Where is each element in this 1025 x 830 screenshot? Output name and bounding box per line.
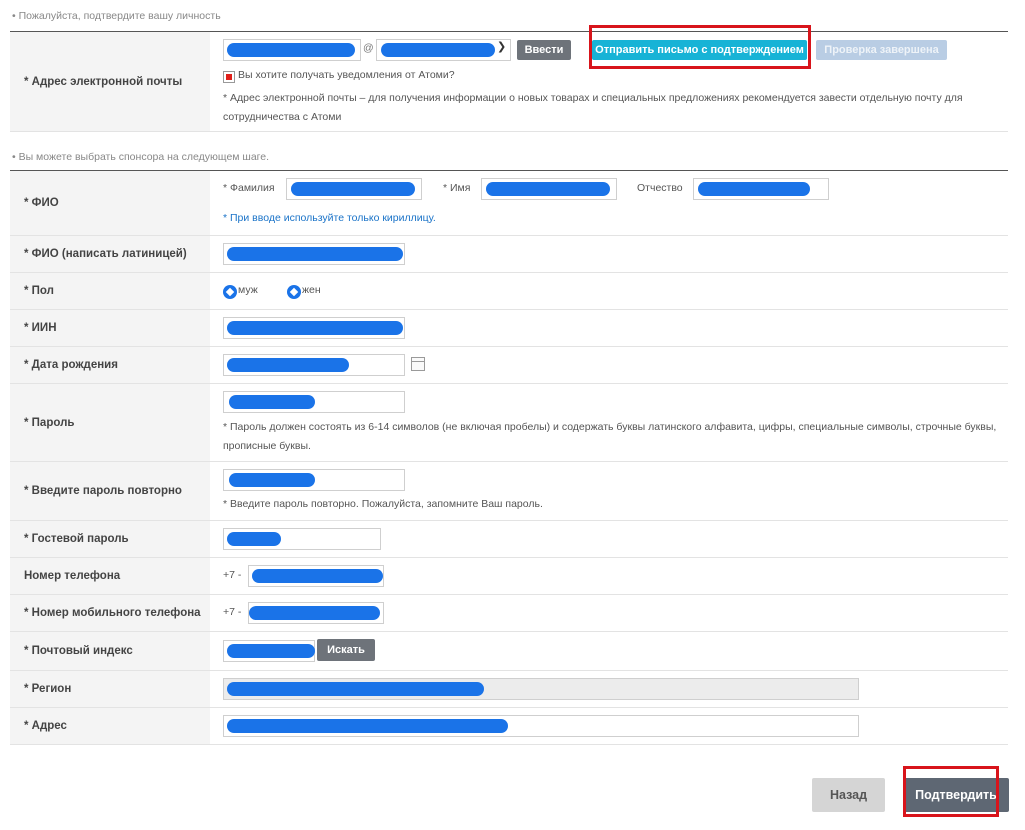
fio-latin-row: * ФИО (написать латиницей)	[10, 236, 1008, 273]
phone-prefix: +7 -	[223, 569, 242, 581]
address-row: * Адрес	[10, 708, 1008, 745]
gender-female-label: жен	[302, 284, 321, 296]
region-row: * Регион	[10, 671, 1008, 708]
send-button-highlight	[589, 25, 811, 69]
address-label: * Адрес	[10, 708, 210, 744]
password-repeat-hint: * Введите пароль повторно. Пожалуйста, з…	[223, 498, 543, 510]
back-button[interactable]: Назад	[812, 778, 885, 812]
postal-search-button[interactable]: Искать	[317, 639, 375, 661]
iin-row: * ИИН	[10, 310, 1008, 347]
patronymic-label: Отчество	[637, 182, 683, 194]
surname-redaction	[291, 182, 415, 196]
confirm-button-highlight	[903, 766, 999, 817]
calendar-icon[interactable]	[411, 357, 425, 371]
iin-redaction	[227, 321, 403, 335]
fio-latin-label: * ФИО (написать латиницей)	[10, 236, 210, 272]
email-section: * Адрес электронной почты @ ❯ Ввести Отп…	[10, 31, 1008, 132]
postal-row: * Почтовый индекс Искать	[10, 632, 1008, 671]
chevron-down-icon: ❯	[497, 41, 507, 53]
address-redaction	[227, 719, 508, 733]
birth-label: * Дата рождения	[10, 347, 210, 383]
gender-female-radio[interactable]	[287, 285, 301, 299]
password-repeat-redaction	[229, 473, 315, 487]
gender-label: * Пол	[10, 273, 210, 309]
guest-password-label: * Гостевой пароль	[10, 521, 210, 557]
email-user-redaction	[227, 43, 355, 57]
phone-redaction	[252, 569, 383, 583]
mobile-row: * Номер мобильного телефона +7 -	[10, 595, 1008, 632]
mobile-redaction	[249, 606, 380, 620]
subscribe-checkbox[interactable]	[223, 71, 235, 83]
birth-date-redaction	[227, 358, 349, 372]
fio-latin-redaction	[227, 247, 403, 261]
region-label: * Регион	[10, 671, 210, 707]
phone-row: Номер телефона +7 -	[10, 558, 1008, 595]
enter-button[interactable]: Ввести	[517, 40, 571, 60]
password-hint: * Пароль должен состоять из 6-14 символо…	[223, 421, 997, 452]
postal-redaction	[227, 644, 315, 658]
mobile-label: * Номер мобильного телефона	[10, 595, 210, 631]
gender-row: * Пол муж жен	[10, 273, 1008, 310]
birth-row: * Дата рождения	[10, 347, 1008, 384]
gender-male-label: муж	[238, 284, 258, 296]
iin-label: * ИИН	[10, 310, 210, 346]
password-label: * Пароль	[10, 384, 210, 461]
email-hint: * Адрес электронной почты – для получени…	[223, 92, 963, 123]
region-redaction	[227, 682, 484, 696]
email-domain-redaction	[381, 43, 495, 57]
phone-label: Номер телефона	[10, 558, 210, 594]
email-label: * Адрес электронной почты	[10, 32, 210, 131]
at-sign: @	[363, 42, 374, 54]
patronymic-redaction	[698, 182, 810, 196]
surname-label: * Фамилия	[223, 182, 275, 194]
mobile-prefix: +7 -	[223, 606, 242, 618]
gender-male-radio[interactable]	[223, 285, 237, 299]
email-row: * Адрес электронной почты @ ❯ Ввести Отп…	[10, 32, 1008, 132]
password-row: * Пароль * Пароль должен состоять из 6-1…	[10, 384, 1008, 462]
subscribe-label: Вы хотите получать уведомления от Атоми?	[238, 69, 455, 81]
first-name-label: * Имя	[443, 182, 471, 194]
personal-form: * ФИО * Фамилия * Имя Отчество * При вво…	[10, 170, 1008, 745]
fio-row: * ФИО * Фамилия * Имя Отчество * При вво…	[10, 171, 1008, 236]
identity-note: • Пожалуйста, подтвердите вашу личность	[12, 10, 221, 22]
password-repeat-label: * Введите пароль повторно	[10, 462, 210, 520]
sponsor-note: • Вы можете выбрать спонсора на следующе…	[12, 151, 270, 163]
guest-password-redaction	[227, 532, 281, 546]
postal-label: * Почтовый индекс	[10, 632, 210, 670]
first-name-redaction	[486, 182, 610, 196]
fio-label: * ФИО	[10, 171, 210, 235]
verification-done-button[interactable]: Проверка завершена	[816, 40, 947, 60]
password-redaction	[229, 395, 315, 409]
guest-password-row: * Гостевой пароль	[10, 521, 1008, 558]
cyrillic-hint: * При вводе используйте только кириллицу…	[223, 212, 436, 224]
password-repeat-row: * Введите пароль повторно * Введите паро…	[10, 462, 1008, 521]
